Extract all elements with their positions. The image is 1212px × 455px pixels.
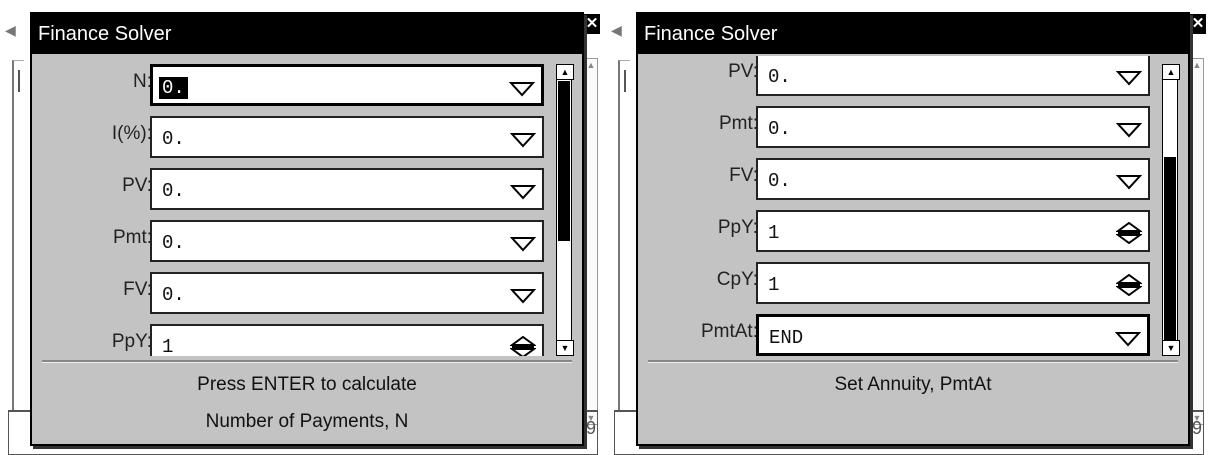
divider (42, 360, 572, 363)
close-icon[interactable]: ✕ (1190, 14, 1206, 34)
scroll-up-icon[interactable]: ▲ (585, 59, 597, 71)
dropdown-arrow-icon[interactable] (1116, 118, 1142, 140)
field-value: 1 (162, 336, 174, 356)
field-label: Pmt: (112, 227, 152, 248)
field-label: FV: (729, 165, 758, 186)
spinner-icon[interactable] (510, 336, 536, 356)
document-edge (12, 60, 24, 411)
scroll-up-icon[interactable]: ▲ (556, 64, 574, 80)
close-icon[interactable]: ✕ (584, 14, 600, 34)
field-label: PpY: (111, 331, 152, 352)
status-line-2: Number of Payments, N (205, 411, 409, 432)
dropdown-arrow-icon[interactable] (510, 284, 536, 306)
field-value: 0. (162, 180, 185, 202)
form-fields: N: 0. I(%): 0. PV: 0. Pmt: 0. FV: 0. PpY… (32, 56, 552, 356)
field-label: FV: (123, 279, 152, 300)
ppy-input[interactable]: 1 (150, 324, 544, 356)
divider (648, 360, 1178, 363)
field-label: PmtAt: (700, 321, 758, 342)
field-row-fv: FV: 0. (32, 272, 552, 316)
field-row-interest: I(%): 0. (32, 116, 552, 160)
back-arrow-icon[interactable]: ◀ (611, 22, 622, 39)
field-row-pv: PV: 0. (32, 168, 552, 212)
field-row-n: N: 0. (32, 64, 552, 108)
background-scrollbar[interactable]: ▲ ▼ (584, 58, 598, 425)
pmt-input[interactable]: 0. (756, 106, 1150, 148)
field-label: I(%): (111, 123, 152, 144)
field-row-pmtat: PmtAt: END (638, 314, 1158, 356)
scroll-up-icon[interactable]: ▲ (1191, 59, 1203, 71)
dialog-scrollbar[interactable]: ▲ ▼ (1162, 64, 1180, 356)
interest-input[interactable]: 0. (150, 116, 544, 158)
fv-input[interactable]: 0. (756, 158, 1150, 200)
dropdown-arrow-icon[interactable] (1116, 170, 1142, 192)
field-value: 0. (162, 128, 185, 150)
field-label: PV: (122, 175, 152, 196)
ppy-input[interactable]: 1 (756, 210, 1150, 252)
field-label: PV: (728, 61, 758, 82)
field-value: 0. (162, 232, 185, 254)
dialog-title: Finance Solver (32, 14, 582, 54)
pv-input[interactable]: 0. (756, 56, 1150, 96)
dropdown-arrow-icon[interactable] (510, 232, 536, 254)
spinner-icon[interactable] (1116, 222, 1142, 244)
field-value: 1 (768, 274, 780, 296)
finance-solver-dialog: Finance Solver PV: 0. Pmt: 0. FV: 0. PpY… (636, 12, 1190, 446)
document-edge (618, 60, 630, 411)
field-label: PpY: (717, 217, 758, 238)
field-row-fv: FV: 0. (638, 158, 1158, 202)
spinner-icon[interactable] (1116, 274, 1142, 296)
pv-input[interactable]: 0. (150, 168, 544, 210)
text-cursor (18, 70, 20, 92)
dropdown-arrow-icon[interactable] (509, 77, 535, 99)
form-fields: PV: 0. Pmt: 0. FV: 0. PpY: 1 CpY: 1 PmtA… (638, 56, 1158, 356)
dialog-scrollbar[interactable]: ▲ ▼ (556, 64, 574, 356)
finance-solver-panel-2: ◀ ✕ ▲ ▼ 9 Finance Solver PV: 0. Pmt: 0. (606, 0, 1206, 455)
text-cursor (624, 70, 626, 92)
scroll-down-icon[interactable]: ▼ (1162, 340, 1180, 356)
scroll-up-icon[interactable]: ▲ (1162, 64, 1180, 80)
dropdown-arrow-icon[interactable] (1115, 327, 1141, 349)
field-row-pmt: Pmt: 0. (638, 106, 1158, 150)
background-number: 9 (1191, 418, 1202, 438)
field-row-pmt: Pmt: 0. (32, 220, 552, 264)
finance-solver-dialog: Finance Solver N: 0. I(%): 0. PV: 0. Pmt… (30, 12, 584, 446)
dropdown-arrow-icon[interactable] (510, 128, 536, 150)
dropdown-arrow-icon[interactable] (1116, 66, 1142, 88)
field-row-pv: PV: 0. (638, 56, 1158, 98)
field-label: Pmt: (718, 113, 758, 134)
field-value: 0. (768, 66, 791, 88)
field-value: 0. (162, 284, 185, 306)
field-value: 1 (768, 222, 780, 244)
pmtat-select[interactable]: END (756, 314, 1150, 356)
scroll-thumb[interactable] (558, 81, 570, 241)
cpy-input[interactable]: 1 (756, 262, 1150, 304)
field-row-ppy: PpY: 1 (638, 210, 1158, 254)
background-number: 9 (585, 418, 596, 438)
pmt-input[interactable]: 0. (150, 220, 544, 262)
background-scrollbar[interactable]: ▲ ▼ (1190, 58, 1204, 425)
field-label: CpY: (716, 269, 758, 290)
dropdown-arrow-icon[interactable] (510, 180, 536, 202)
status-line-1: Set Annuity, PmtAt (834, 374, 992, 395)
field-value: END (769, 327, 804, 349)
n-input[interactable]: 0. (150, 64, 544, 106)
scroll-thumb[interactable] (1164, 157, 1176, 341)
finance-solver-panel-1: ◀ ✕ ▲ ▼ 9 Finance Solver N: 0. I(%): 0. (0, 0, 600, 455)
dialog-title: Finance Solver (638, 14, 1188, 54)
field-value: 0. (768, 118, 791, 140)
field-value: 0. (159, 77, 188, 99)
field-row-cpy: CpY: 1 (638, 262, 1158, 306)
scroll-down-icon[interactable]: ▼ (556, 340, 574, 356)
field-row-ppy: PpY: 1 (32, 324, 552, 356)
fv-input[interactable]: 0. (150, 272, 544, 314)
field-value: 0. (768, 170, 791, 192)
status-line-1: Press ENTER to calculate (197, 374, 417, 395)
back-arrow-icon[interactable]: ◀ (5, 22, 16, 39)
